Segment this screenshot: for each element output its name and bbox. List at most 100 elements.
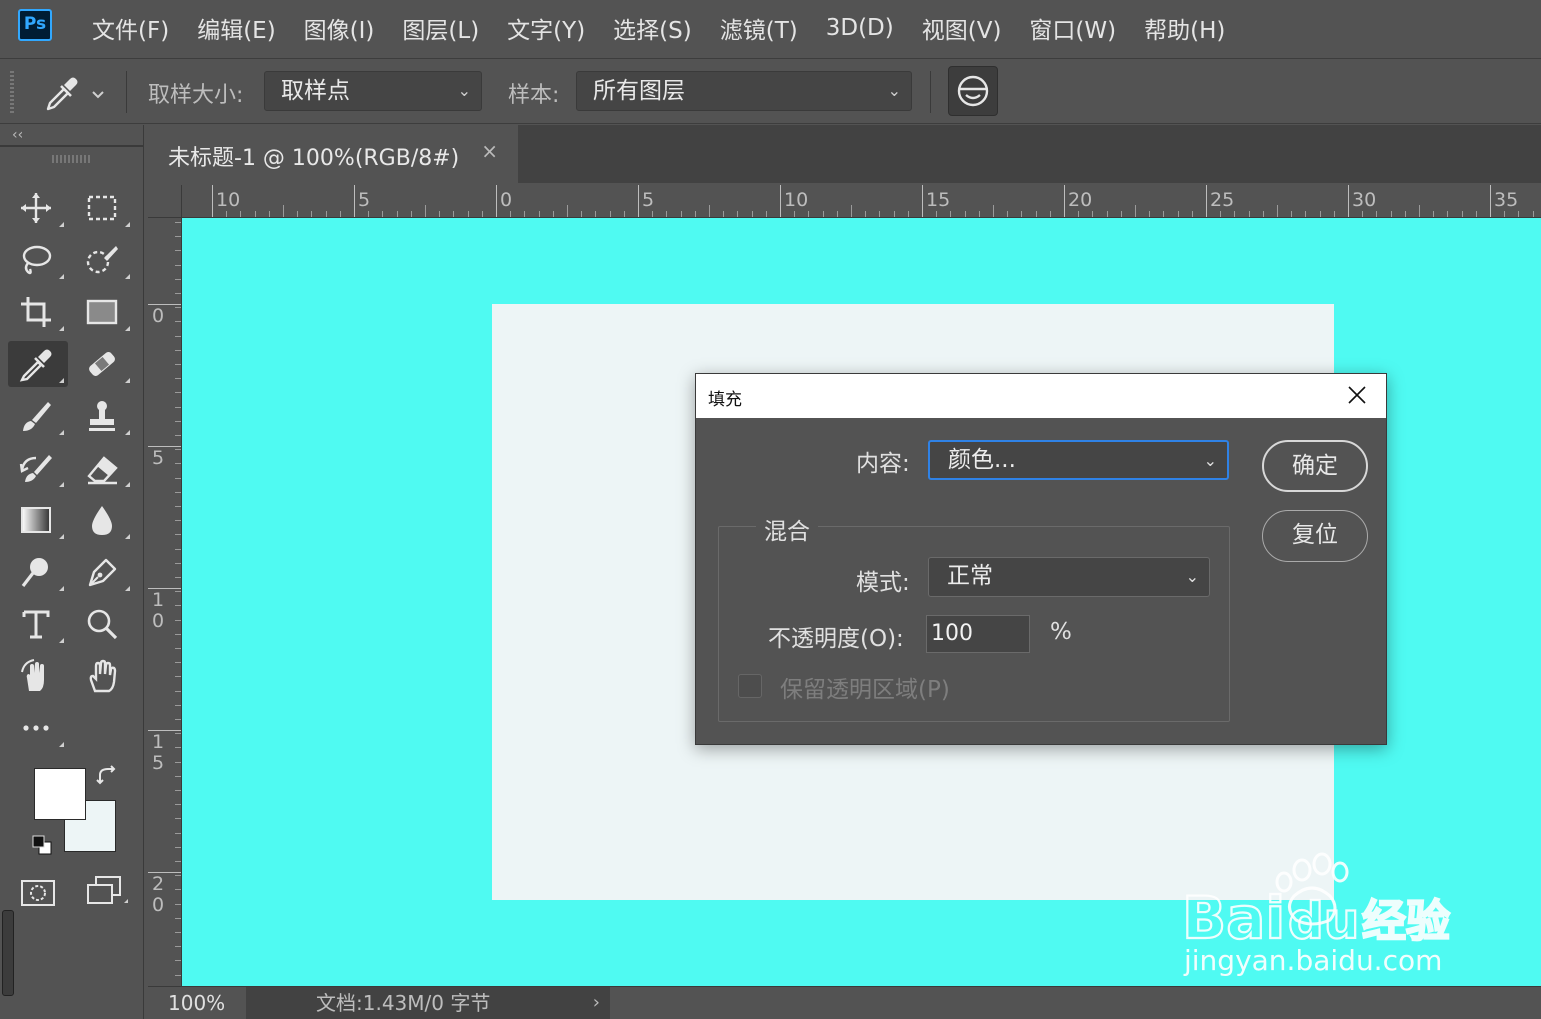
chevron-down-icon: ⌄ (1185, 567, 1199, 586)
mode-select[interactable]: 正常 ⌄ (928, 557, 1210, 597)
close-icon[interactable] (1346, 384, 1368, 406)
gradient-tool[interactable] (8, 497, 68, 543)
hand-tool[interactable] (74, 653, 134, 699)
panel-header-divider (0, 145, 144, 147)
lasso-icon (22, 245, 52, 275)
submenu-indicator (59, 638, 64, 643)
eyedropper-tool[interactable] (8, 341, 68, 387)
dialog-titlebar[interactable]: 填充 (696, 374, 1386, 418)
pen-tool[interactable] (74, 549, 134, 595)
opacity-input[interactable]: 100 (926, 615, 1030, 653)
watermark-url: jingyan.baidu.com (1184, 944, 1443, 977)
ruler-minor-tick (175, 435, 181, 436)
photoshop-logo[interactable]: Ps (18, 9, 52, 41)
ruler-minor-tick (175, 250, 181, 252)
content-value: 颜色... (948, 447, 1016, 473)
screen-mode-icon[interactable] (84, 875, 132, 909)
menu-item[interactable]: 选择(S) (599, 11, 706, 45)
eraser-tool[interactable] (74, 445, 134, 491)
submenu-indicator (59, 274, 64, 279)
chevron-down-icon: ⌄ (1203, 451, 1217, 470)
ok-button[interactable]: 确定 (1262, 440, 1368, 492)
quick-selection-tool[interactable] (74, 237, 134, 283)
lasso-tool[interactable] (8, 237, 68, 283)
stamp-icon (89, 401, 115, 431)
brush-tool[interactable] (8, 393, 68, 439)
menu-item[interactable]: 图像(I) (290, 11, 389, 45)
menu-item[interactable]: 编辑(E) (183, 11, 289, 45)
ruler-minor-tick (1177, 211, 1179, 217)
ruler-minor-tick (1220, 211, 1222, 217)
swap-colors-icon[interactable] (96, 765, 120, 789)
foreground-color-swatch[interactable] (34, 768, 86, 820)
show-sampling-ring-button[interactable] (948, 66, 998, 116)
preserve-transparency-checkbox[interactable] (738, 674, 762, 698)
reset-button[interactable]: 复位 (1262, 510, 1368, 562)
ruler-minor-tick (1404, 211, 1406, 217)
ruler-minor-tick (175, 392, 181, 394)
clone-stamp-tool[interactable] (74, 393, 134, 439)
more-dots-icon (23, 725, 49, 731)
edit-toolbar-button[interactable] (8, 705, 68, 751)
close-icon[interactable]: × (481, 139, 498, 163)
blur-tool[interactable] (74, 497, 134, 543)
content-select[interactable]: 颜色... ⌄ (928, 440, 1229, 480)
document-tab[interactable]: 未标题-1 @ 100%(RGB/8#) × (148, 125, 518, 183)
chevron-down-icon: ⌄ (887, 81, 901, 100)
submenu-indicator (125, 222, 130, 227)
document-info[interactable]: 文档:1.43M/0 字节 › (246, 987, 610, 1019)
ruler-minor-tick (865, 211, 867, 217)
crop-tool[interactable] (8, 289, 68, 335)
ruler-minor-tick (794, 211, 796, 217)
submenu-indicator (59, 482, 64, 487)
zoom-tool[interactable] (74, 601, 134, 647)
menu-item[interactable]: 文件(F) (78, 11, 183, 45)
zoom-level[interactable]: 100% (148, 987, 244, 1019)
gradient-icon (21, 507, 51, 533)
ruler-minor-tick (581, 211, 583, 217)
options-bar-grip[interactable] (10, 71, 14, 113)
ruler-minor-tick (175, 676, 181, 678)
type-tool[interactable] (8, 601, 68, 647)
ruler-minor-tick (382, 211, 384, 217)
sample-size-select[interactable]: 取样点 ⌄ (264, 71, 482, 111)
ruler-minor-tick (175, 378, 181, 380)
sample-select[interactable]: 所有图层 ⌄ (576, 71, 912, 111)
quick-selection-icon (86, 246, 118, 274)
ruler-minor-tick (1191, 211, 1193, 217)
quick-mask-icon[interactable] (20, 877, 58, 909)
ruler-origin[interactable] (148, 185, 182, 218)
collapse-panel-button[interactable]: ‹‹ (12, 127, 23, 143)
panel-grip[interactable] (52, 155, 92, 163)
menu-item[interactable]: 图层(L) (388, 11, 493, 45)
menu-item[interactable]: 窗口(W) (1015, 11, 1130, 45)
tool-preset-picker[interactable] (40, 73, 110, 111)
history-brush-tool[interactable] (8, 445, 68, 491)
move-tool[interactable] (8, 185, 68, 231)
ruler-minor-tick (175, 790, 181, 791)
dodge-tool[interactable] (8, 549, 68, 595)
vertical-ruler[interactable]: 0 5 1 0 1 5 2 0 (148, 218, 182, 986)
panel-scroll-handle[interactable] (2, 910, 14, 996)
frame-tool[interactable] (74, 289, 134, 335)
submenu-indicator (59, 378, 64, 383)
rectangular-marquee-tool[interactable] (74, 185, 134, 231)
healing-brush-tool[interactable] (74, 341, 134, 387)
ruler-minor-tick (950, 211, 952, 217)
menu-item[interactable]: 滤镜(T) (706, 11, 812, 45)
chevron-right-icon[interactable]: › (593, 987, 600, 1019)
ruler-label: 15 (926, 189, 951, 211)
ruler-minor-tick (1234, 211, 1236, 217)
ruler-minor-tick (524, 211, 526, 217)
default-colors-icon[interactable] (30, 833, 54, 857)
menu-item[interactable]: 文字(Y) (493, 11, 599, 45)
horizontal-ruler[interactable]: 10 5 0 5 10 15 20 25 30 35 (182, 185, 1541, 218)
menu-item[interactable]: 帮助(H) (1130, 11, 1239, 45)
ruler-minor-tick (175, 846, 181, 848)
eyedropper-icon (19, 349, 52, 382)
menu-item[interactable]: 3D(D) (812, 15, 908, 41)
rotate-view-tool[interactable] (8, 653, 68, 699)
ruler-major-tick (638, 185, 639, 217)
ruler-minor-tick (175, 804, 181, 806)
menu-item[interactable]: 视图(V) (908, 11, 1016, 45)
